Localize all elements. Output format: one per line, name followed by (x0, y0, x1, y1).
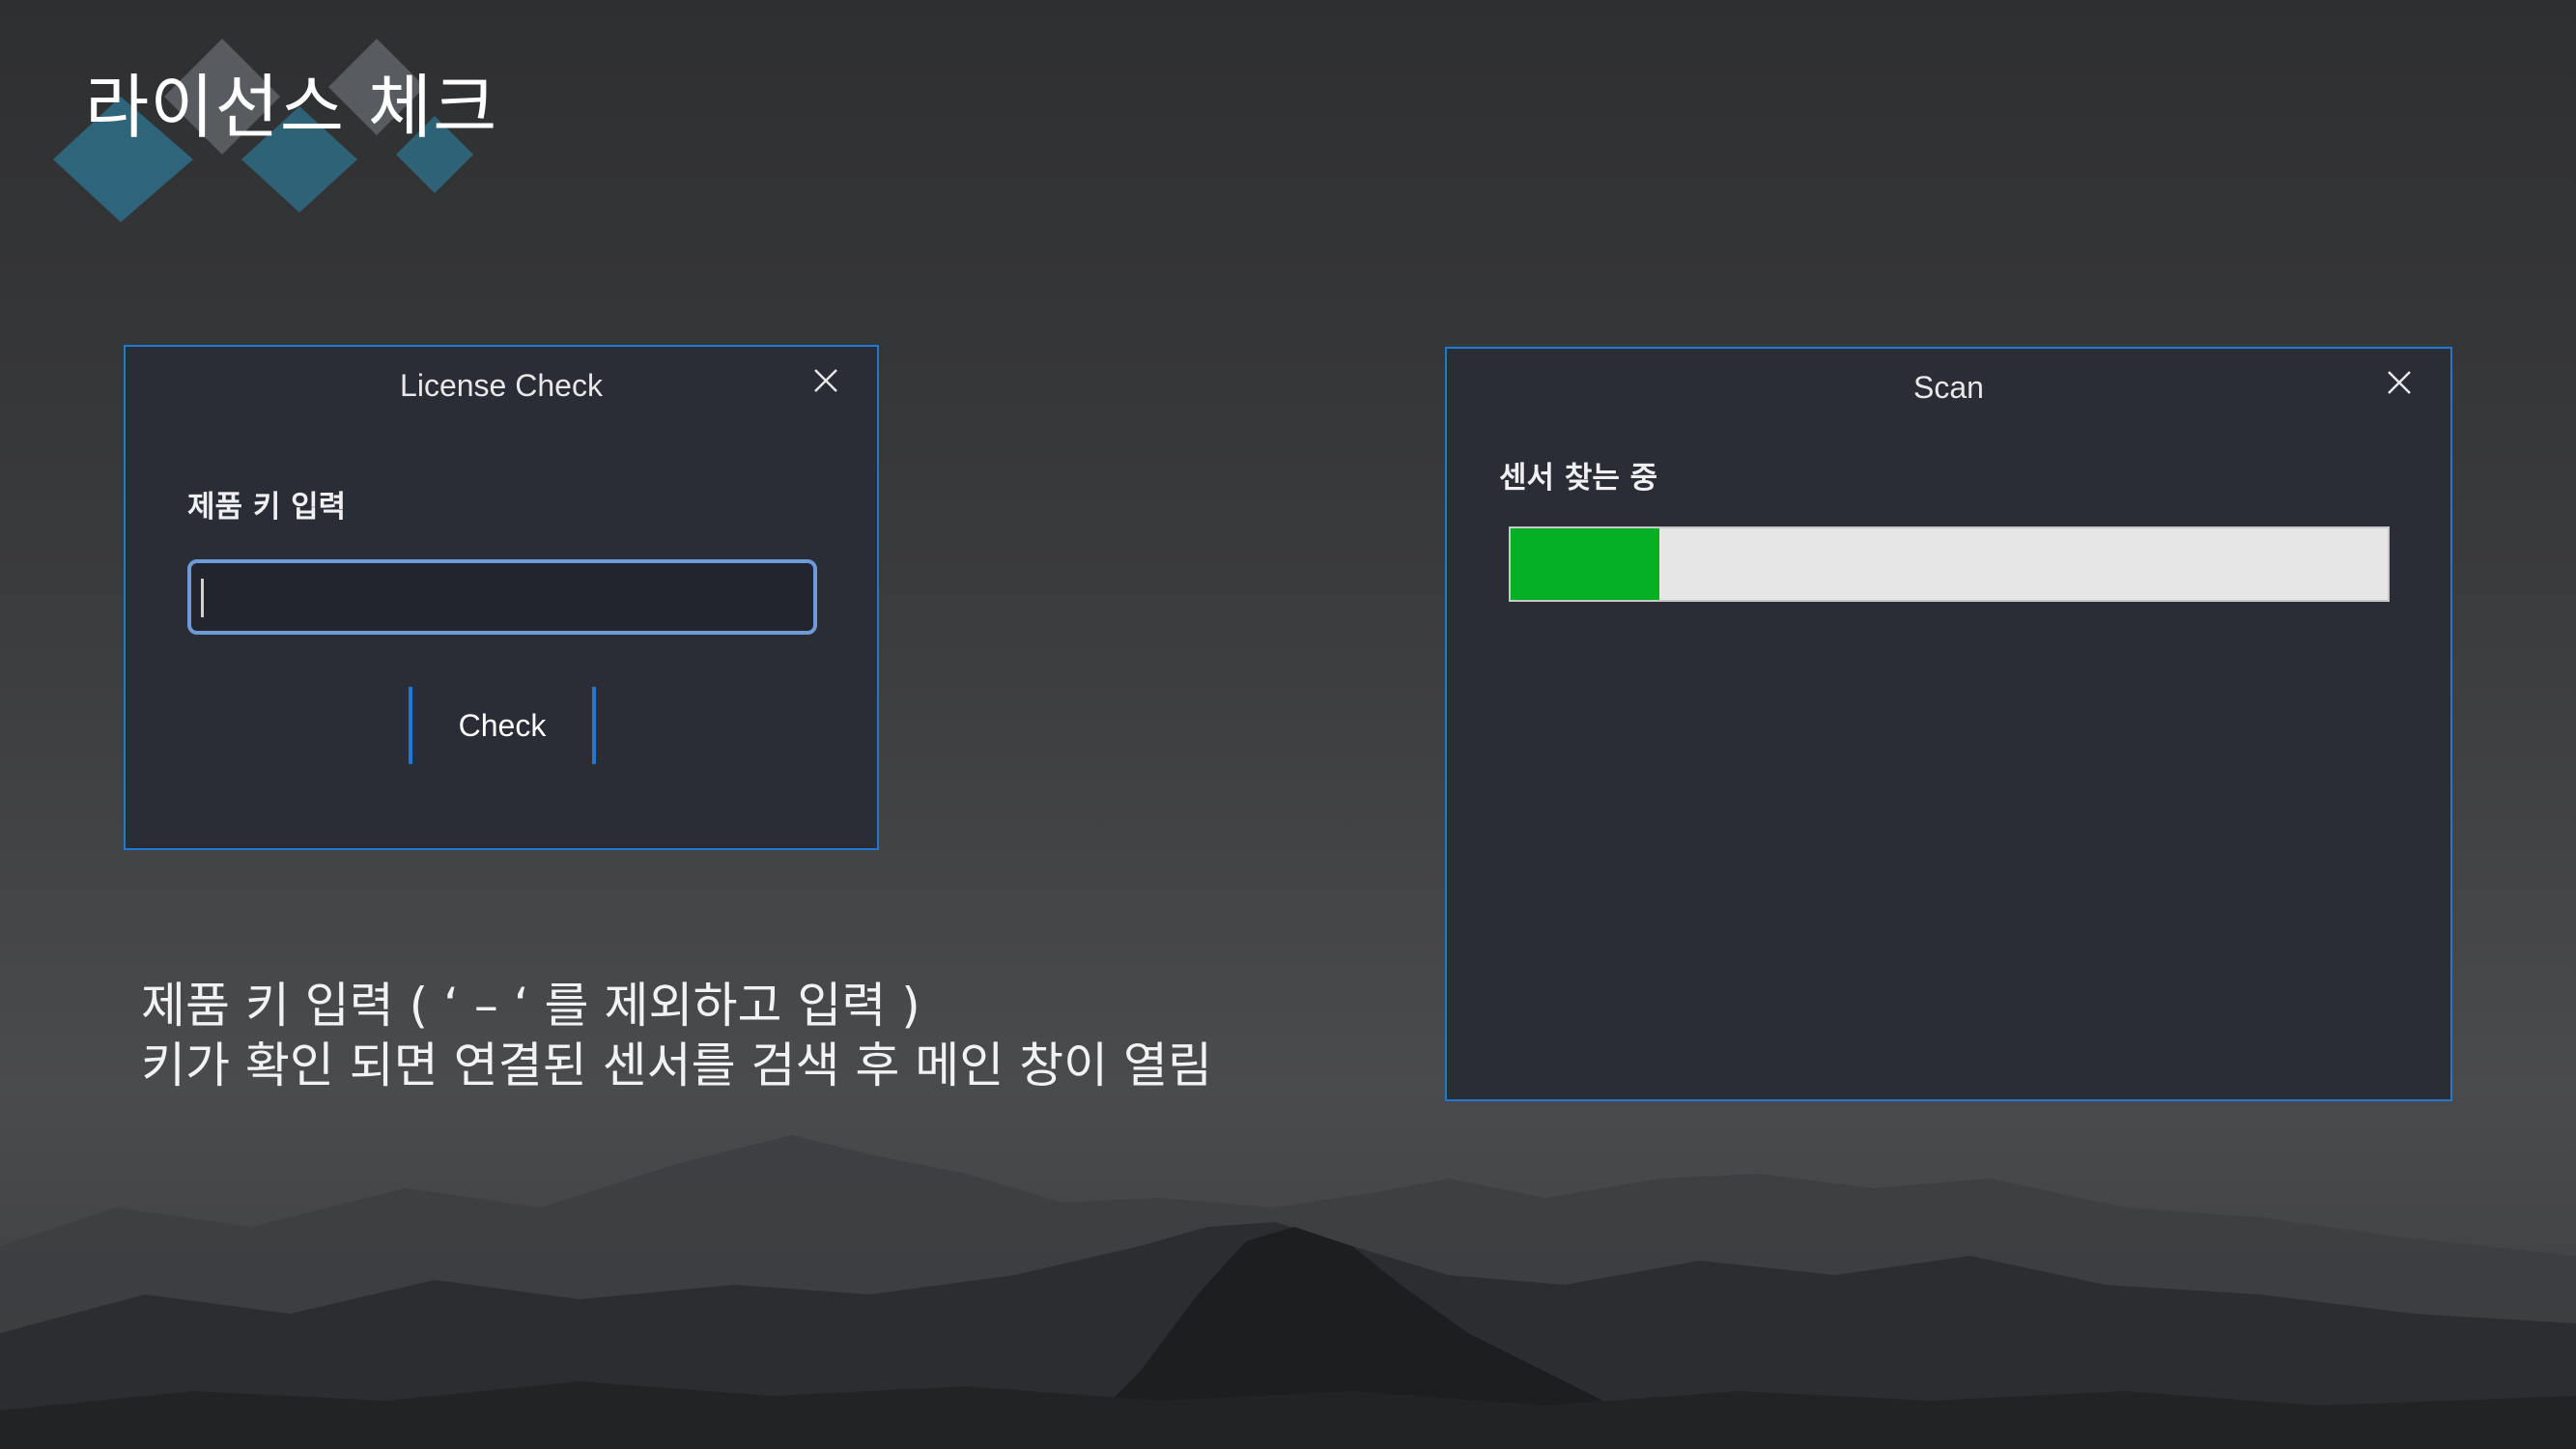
product-key-label: 제품 키 입력 (187, 490, 347, 525)
progress-fill (1511, 528, 1660, 600)
dialog-title: License Check (400, 368, 603, 403)
caption-line-1: 제품 키 입력 ( ‘ – ‘ 를 제외하고 입력 ) (141, 978, 920, 1034)
license-check-dialog: License Check 제품 키 입력 Check (124, 345, 879, 850)
dialog-title: Scan (1913, 370, 1984, 405)
scan-status-text: 센서 찾는 중 (1499, 461, 1658, 496)
scan-dialog: Scan 센서 찾는 중 (1445, 347, 2452, 1101)
close-icon (814, 369, 837, 392)
scan-progress-bar (1509, 526, 2390, 602)
close-button[interactable] (2385, 368, 2414, 397)
check-button[interactable]: Check (409, 687, 596, 764)
text-caret (201, 579, 204, 617)
caption-line-2: 키가 확인 되면 연결된 센서를 검색 후 메인 창이 열림 (141, 1037, 1213, 1094)
slide-caption: 제품 키 입력 ( ‘ – ‘ 를 제외하고 입력 ) 키가 확인 되면 연결된… (141, 976, 1212, 1095)
close-icon (2388, 371, 2411, 394)
product-key-input[interactable] (187, 559, 817, 635)
slide-title: 라이선스 체크 (85, 67, 498, 148)
close-button[interactable] (811, 366, 840, 395)
